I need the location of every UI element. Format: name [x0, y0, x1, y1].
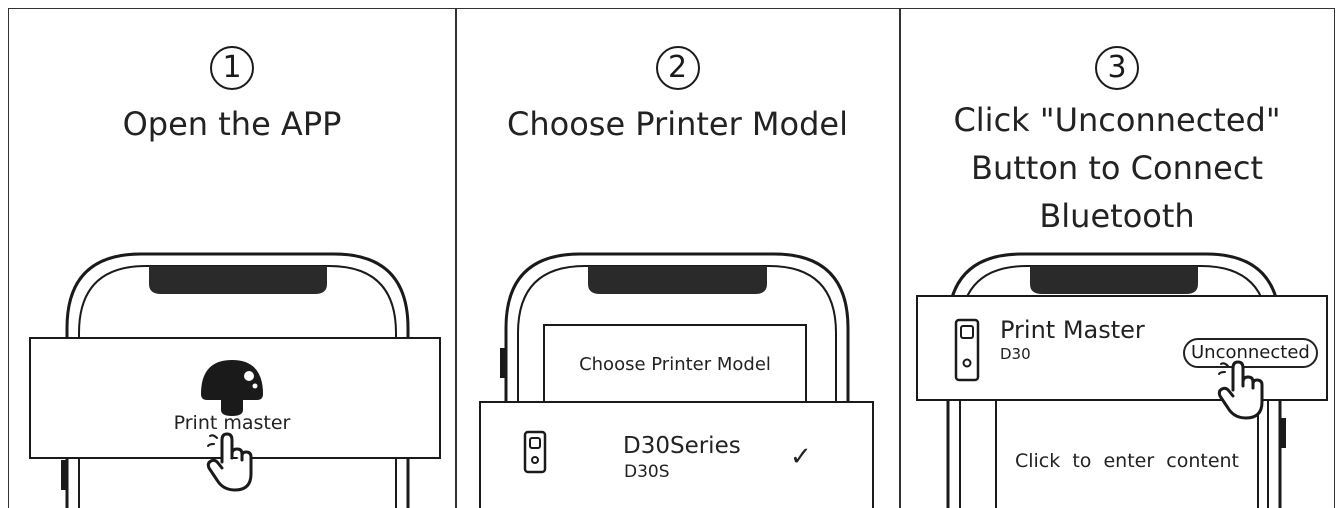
device-model: D30: [1000, 345, 1031, 363]
content-placeholder[interactable]: Click to enter content: [996, 450, 1258, 472]
phone-illustration: [916, 252, 1328, 508]
hand-pointer-icon: [206, 432, 253, 492]
model-name[interactable]: D30Series: [623, 433, 741, 459]
model-subtitle: D30S: [624, 462, 670, 482]
step-1-panel: 1 Open the APP Print master: [9, 8, 455, 508]
step-3-panel: 3 Click "Unconnected" Button to Connect …: [900, 8, 1334, 508]
app-label[interactable]: Print master: [9, 412, 455, 434]
screen-heading: Choose Printer Model: [579, 354, 771, 375]
checkmark-icon: ✓: [790, 442, 812, 472]
hand-pointer-icon: [1217, 360, 1264, 420]
app-name: Print Master: [1000, 316, 1145, 344]
step-2-panel: 2 Choose Printer Model Choose Printer Mo…: [456, 8, 899, 508]
mushroom-app-icon: [201, 360, 263, 416]
